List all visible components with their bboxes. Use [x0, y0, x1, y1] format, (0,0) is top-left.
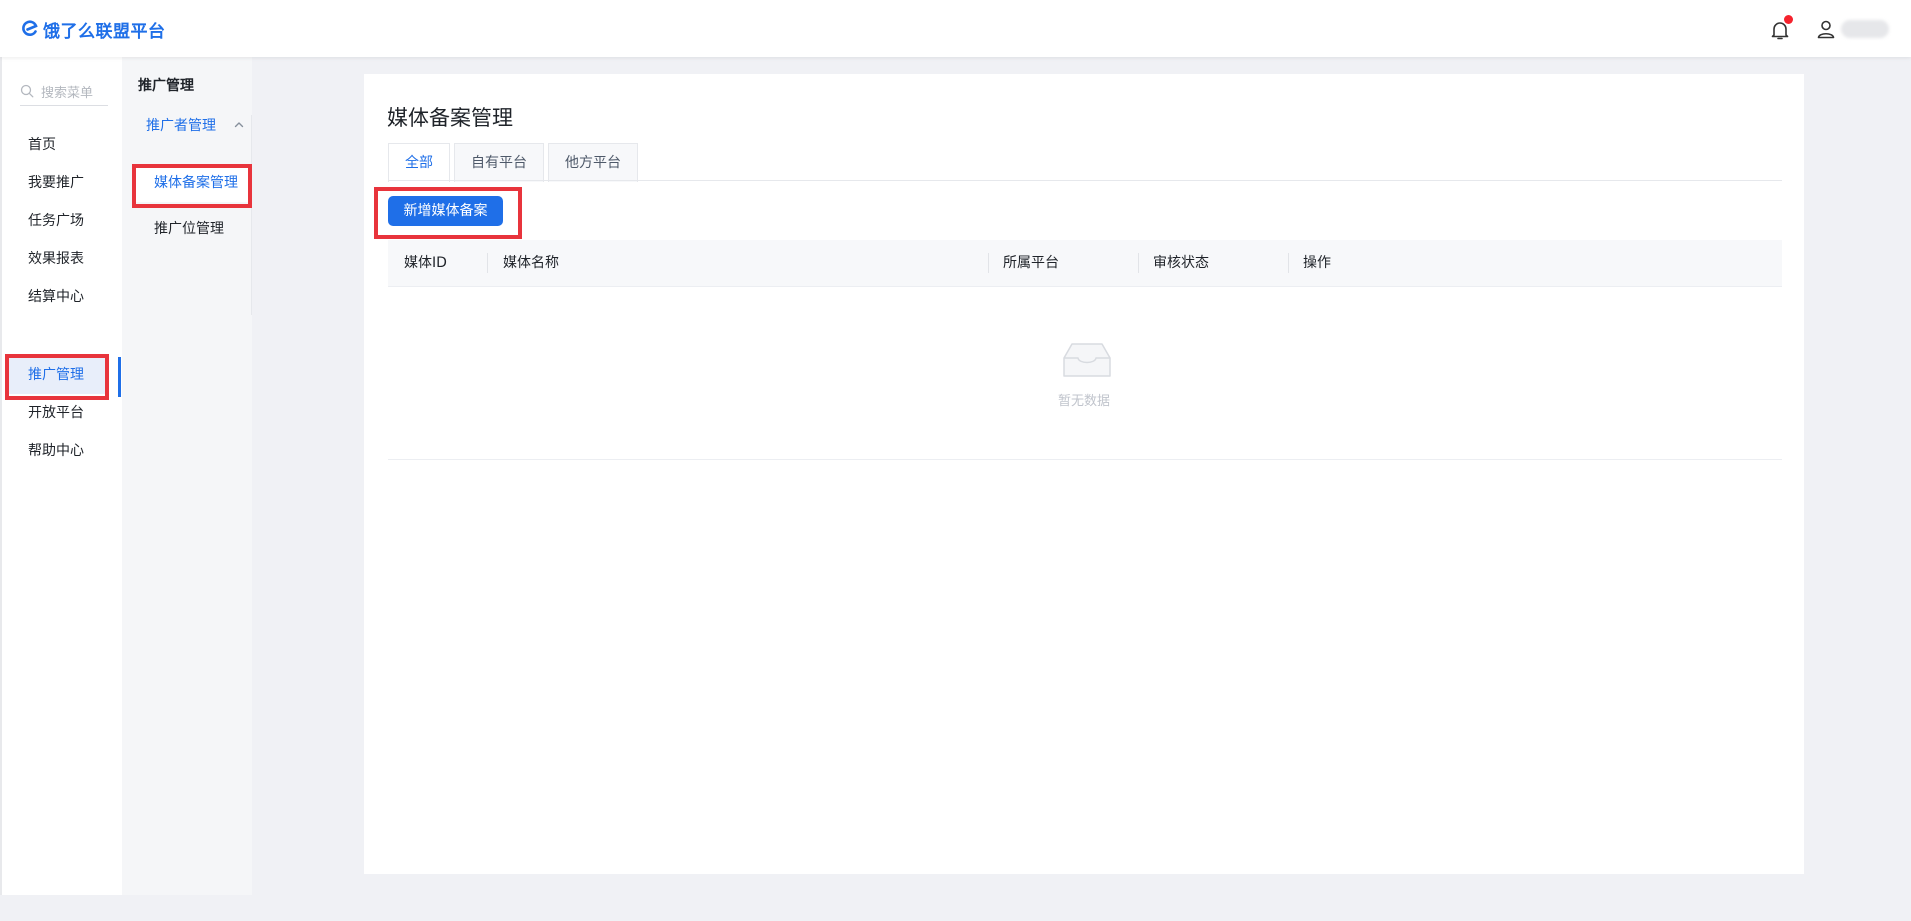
tabs-divider: [388, 180, 1782, 181]
sidebar-item-home[interactable]: 首页: [9, 126, 108, 164]
column-header-actions: 操作: [1303, 255, 1331, 271]
subnav-group-promoter[interactable]: 推广者管理: [122, 105, 252, 145]
user-icon[interactable]: [1815, 18, 1837, 40]
column-header-media-name: 媒体名称: [503, 255, 559, 271]
sidebar-item-reports[interactable]: 效果报表: [9, 240, 108, 278]
logo[interactable]: 饿了么联盟平台: [20, 17, 166, 42]
column-separator: [1138, 253, 1139, 273]
column-separator: [1288, 253, 1289, 273]
menu-search[interactable]: 搜索菜单: [20, 77, 108, 106]
logo-text: 饿了么联盟平台: [43, 21, 166, 42]
tab-bar: 全部 自有平台 他方平台: [388, 143, 642, 182]
notification-badge: [1784, 15, 1793, 24]
table-bottom-divider: [388, 459, 1782, 460]
search-placeholder: 搜索菜单: [41, 85, 94, 101]
column-separator: [487, 253, 488, 273]
highlight-box: [5, 354, 109, 400]
eleme-logo-icon: [22, 20, 38, 36]
chevron-up-icon: [234, 122, 244, 128]
column-separator: [988, 253, 989, 273]
column-header-review-status: 审核状态: [1153, 255, 1209, 271]
top-header: 饿了么联盟平台: [0, 0, 1911, 57]
sidebar-item-settlement[interactable]: 结算中心: [9, 278, 108, 316]
subnav-group-label: 推广者管理: [146, 118, 216, 134]
tab-all[interactable]: 全部: [388, 143, 450, 182]
user-name-blurred[interactable]: [1841, 20, 1889, 38]
column-header-media-id: 媒体ID: [404, 255, 447, 271]
sub-sidebar-divider: [251, 115, 252, 315]
active-indicator: [118, 357, 121, 397]
highlight-box: [374, 187, 522, 239]
column-header-platform: 所属平台: [1003, 255, 1059, 271]
content-card: 媒体备案管理 全部 自有平台 他方平台 新增媒体备案 媒体ID 媒体名称 所属平…: [364, 74, 1804, 874]
table-header: 媒体ID 媒体名称 所属平台 审核状态 操作: [388, 240, 1782, 287]
main-sidebar: 搜索菜单 首页 我要推广 任务广场 效果报表 结算中心 推广管理 开放平台 帮助…: [0, 57, 124, 895]
highlight-box: [132, 164, 252, 208]
subnav-item-ad-slot[interactable]: 推广位管理: [134, 210, 251, 248]
empty-state-text: 暂无数据: [1057, 394, 1110, 409]
sidebar-item-promote[interactable]: 我要推广: [9, 164, 108, 202]
tab-other-platform[interactable]: 他方平台: [548, 143, 638, 182]
search-icon: [20, 84, 34, 98]
sidebar-item-task-square[interactable]: 任务广场: [9, 202, 108, 240]
page-title: 媒体备案管理: [387, 106, 513, 130]
tab-own-platform[interactable]: 自有平台: [454, 143, 544, 182]
sub-sidebar-title: 推广管理: [138, 78, 194, 94]
sidebar-item-help-center[interactable]: 帮助中心: [9, 432, 108, 470]
empty-inbox-icon: [1063, 343, 1111, 377]
